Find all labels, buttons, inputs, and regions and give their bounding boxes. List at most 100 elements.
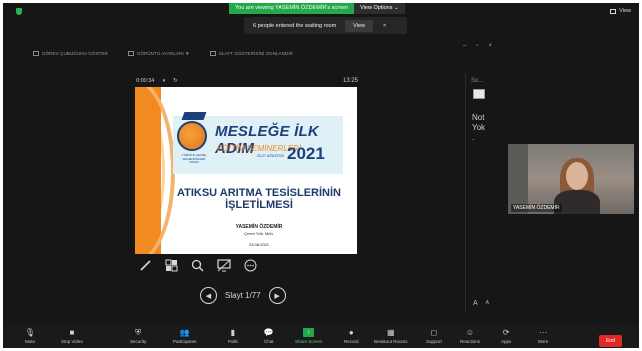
increase-font-icon[interactable]: A: [473, 300, 478, 307]
participants-label: Participants: [173, 339, 197, 344]
polls-icon: ▮: [230, 327, 236, 337]
panel-divider[interactable]: [465, 73, 466, 313]
brand-year: 2021: [287, 144, 325, 163]
view-layout-label: View: [619, 8, 631, 14]
apps-label: Apps: [501, 339, 512, 344]
end-slideshow-button[interactable]: SLAYT GÖSTERİSİNİ SONLANDIR: [209, 51, 294, 57]
security-button[interactable]: ⛨ Security: [130, 328, 146, 344]
meeting-toolbar: 🎙 Mute ■ Stop Video ⛨ Security 👥 Participant…: [3, 326, 639, 348]
sharing-banner: You are viewing YASEMİN ÖZDEMİR's screen…: [229, 3, 405, 14]
more-button[interactable]: ··· More: [538, 328, 548, 344]
chamber-emblem-logo: [177, 121, 207, 151]
participants-button[interactable]: 👥 Participants: [173, 328, 197, 344]
slide-date: 23.08.2021: [248, 242, 270, 247]
share-screen-button[interactable]: ↑ Share Screen: [295, 328, 323, 344]
presenter-tools: [139, 259, 257, 272]
mute-button[interactable]: 🎙 Mute: [25, 328, 35, 344]
minimize-icon[interactable]: –: [463, 43, 466, 49]
slide-presenter-role: Çevre Yük. Müh.: [244, 231, 274, 236]
presenter-timer: 0:00:34 ⏸ ↻: [136, 78, 178, 85]
view-layout-button[interactable]: View: [610, 8, 631, 14]
display-settings-button[interactable]: GÖRÜNTÜ AYARLARI ▼: [127, 51, 190, 57]
display-icon: [127, 51, 134, 57]
graduation-cap-icon: [181, 112, 207, 120]
reactions-icon: ☺: [465, 327, 475, 337]
slide-title: ATIKSU ARITMA TESİSLERİNİN İŞLETİLMESİ: [177, 187, 341, 211]
participants-icon: 👥: [179, 327, 190, 337]
polls-label: Polls: [228, 339, 238, 344]
show-taskbar-button[interactable]: GÖREV ÇUBUĞUNU GÖSTER: [33, 51, 108, 57]
record-button[interactable]: ● Record: [344, 328, 359, 344]
decrease-font-icon[interactable]: A: [486, 300, 489, 307]
notes-font-controls: A A: [473, 300, 489, 307]
next-slide-thumbnail[interactable]: [473, 89, 485, 99]
black-screen-icon[interactable]: [217, 259, 231, 272]
display-settings-label: GÖRÜNTÜ AYARLARI ▼: [136, 51, 190, 56]
pen-icon[interactable]: [139, 259, 152, 272]
speaker-notes: Not Yok.: [472, 113, 486, 142]
polls-button[interactable]: ▮ Polls: [228, 328, 238, 344]
breakout-rooms-button[interactable]: ▦ Breakout Rooms: [374, 328, 408, 344]
participant-name: YASEMİN ÖZDEMİR: [511, 204, 562, 212]
reset-icon[interactable]: ↻: [173, 78, 178, 85]
breakout-rooms-label: Breakout Rooms: [374, 339, 408, 344]
chat-icon: 💬: [263, 327, 274, 337]
end-meeting-button[interactable]: End: [599, 335, 622, 347]
slideshow-toolbar: GÖREV ÇUBUĞUNU GÖSTER GÖRÜNTÜ AYARLARI ▼…: [33, 51, 294, 57]
security-label: Security: [130, 339, 147, 344]
mute-label: Mute: [25, 339, 36, 344]
next-slide-button[interactable]: ▶: [268, 287, 286, 304]
support-icon: ◻: [430, 327, 438, 337]
microphone-icon: 🎙: [24, 327, 36, 337]
participant-face: [566, 162, 588, 190]
apps-button[interactable]: ⟳ Apps: [501, 328, 511, 344]
chat-button[interactable]: 💬 Chat: [264, 328, 274, 344]
camera-icon: ■: [69, 327, 75, 337]
view-options-button[interactable]: View Options ⌄: [354, 3, 405, 14]
zoom-window: You are viewing YASEMİN ÖZDEMİR's screen…: [3, 3, 639, 348]
support-button[interactable]: ◻ Support: [426, 328, 442, 344]
chat-label: Chat: [264, 339, 274, 344]
emblem-caption: TÜRKİYE ÇEVRE MÜHENDİSLERİ ODASI: [181, 153, 207, 164]
slide-navigation: ◀ Slayt 1/77 ▶: [200, 287, 286, 304]
clock: 13:25: [343, 78, 359, 84]
security-shield-icon[interactable]: [16, 8, 22, 15]
slide-counter: Slayt 1/77: [225, 291, 261, 300]
close-icon[interactable]: ×: [488, 43, 492, 49]
see-all-slides-icon[interactable]: [165, 259, 178, 272]
taskbar-icon: [33, 51, 39, 57]
record-icon: ●: [348, 327, 354, 337]
more-icon: ···: [539, 327, 548, 337]
next-slide-header: So...: [471, 78, 484, 84]
window-controls: – ▫ ×: [463, 43, 492, 49]
viewing-screen-label: You are viewing YASEMİN ÖZDEMİR's screen: [229, 3, 355, 14]
toast-view-button[interactable]: View: [345, 19, 373, 32]
current-slide: TÜRKİYE ÇEVRE MÜHENDİSLERİ ODASI MESLEĞE…: [135, 87, 357, 254]
breakout-rooms-icon: ▦: [386, 327, 395, 337]
elapsed-time: 0:00:34: [136, 78, 155, 84]
brand-dates: 23-27 AĞUSTOS: [257, 154, 284, 158]
stop-video-label: Stop Video: [61, 339, 83, 344]
end-show-icon: [209, 51, 216, 57]
stop-video-button[interactable]: ■ Stop Video: [61, 328, 83, 344]
show-taskbar-label: GÖREV ÇUBUĞUNU GÖSTER: [42, 51, 108, 56]
reactions-label: Reactions: [460, 339, 481, 344]
previous-slide-button[interactable]: ◀: [200, 287, 217, 304]
toast-close-icon[interactable]: ×: [383, 23, 386, 29]
maximize-icon[interactable]: ▫: [476, 43, 478, 49]
end-slideshow-label: SLAYT GÖSTERİSİNİ SONLANDIR: [218, 51, 294, 56]
more-options-icon[interactable]: [244, 259, 257, 272]
shield-icon: ⛨: [135, 327, 142, 337]
apps-icon: ⟳: [502, 327, 510, 337]
more-label: More: [538, 339, 549, 344]
participant-video[interactable]: YASEMİN ÖZDEMİR: [508, 144, 634, 214]
grid-icon: [610, 8, 617, 14]
share-screen-label: Share Screen: [295, 339, 323, 344]
pause-icon[interactable]: ⏸: [162, 78, 165, 85]
record-label: Record: [344, 339, 359, 344]
reactions-button[interactable]: ☺ Reactions: [460, 328, 480, 344]
share-screen-icon: ↑: [303, 328, 315, 337]
zoom-magnifier-icon[interactable]: [191, 259, 204, 272]
toast-message: 6 people entered the waiting room: [253, 22, 337, 29]
waiting-room-toast: 6 people entered the waiting room View ×: [244, 17, 407, 34]
